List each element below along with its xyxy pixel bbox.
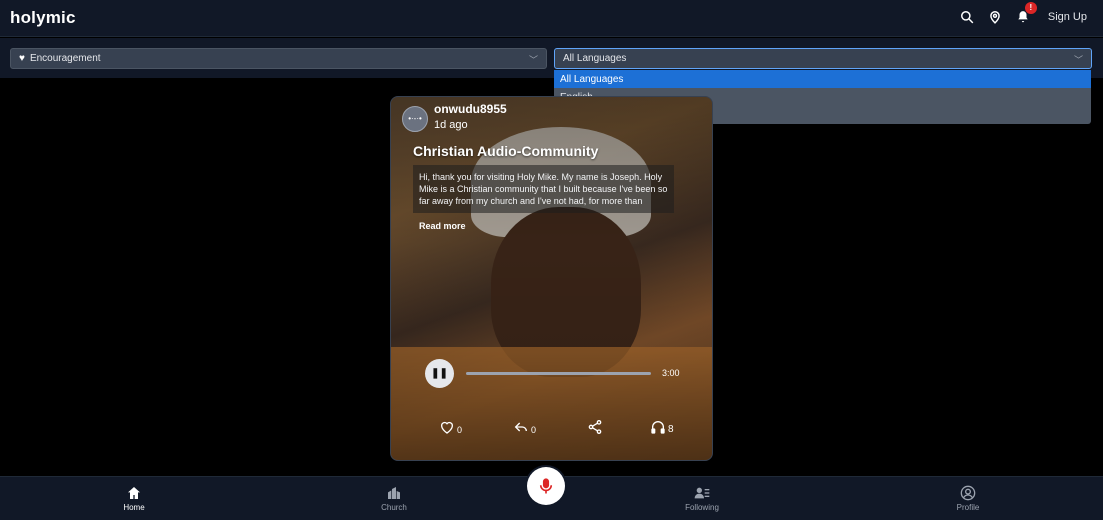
nav-following-label: Following [685,503,719,512]
reply-button[interactable]: 0 [513,419,536,435]
headphones-icon [651,421,665,434]
nav-profile-label: Profile [956,503,980,512]
heart-icon: ♥ [19,53,25,64]
record-mic-button[interactable] [527,467,565,505]
nav-following[interactable]: Following [672,485,732,512]
nav-profile[interactable]: Profile [938,485,998,512]
category-select[interactable]: ♥ Encouragement ﹀ [10,48,547,69]
post-username[interactable]: onwudu8955 [434,102,507,116]
nav-church[interactable]: Church [364,485,424,512]
heart-outline-icon [441,421,453,434]
reply-count: 0 [531,425,537,435]
reply-icon [514,422,527,432]
bell-icon[interactable]: ! [1016,2,1037,25]
share-button[interactable] [587,419,603,435]
post-time: 1d ago [434,119,468,131]
category-select-value: Encouragement [29,53,101,64]
nav-church-label: Church [381,503,407,512]
microphone-icon [539,478,553,494]
pause-button[interactable]: ❚❚ [425,359,454,388]
location-pin-icon[interactable] [988,9,1002,25]
nav-home[interactable]: Home [104,485,164,512]
listen-count: 8 [668,424,674,435]
share-icon [588,420,602,434]
audio-duration: 3:00 [662,368,680,378]
like-button[interactable]: 0 [439,419,462,435]
like-count: 0 [457,425,463,435]
sign-up-link[interactable]: Sign Up [1048,11,1087,23]
post-card[interactable]: •·-·• onwudu8955 1d ago Christian Audio-… [390,96,713,461]
listens-indicator: 8 [650,419,674,435]
profile-icon [960,485,976,501]
pause-icon: ❚❚ [431,368,448,379]
post-description: Hi, thank you for visiting Holy Mike. My… [413,165,674,213]
language-option-all[interactable]: All Languages [554,70,1091,88]
chevron-down-icon: ﹀ [528,55,538,65]
avatar[interactable]: •·-·• [402,106,428,132]
notification-badge: ! [1024,2,1037,14]
app-logo[interactable]: holymic [10,8,76,28]
church-icon [388,487,400,499]
language-select-value: All Languages [563,53,627,64]
read-more-link[interactable]: Read more [419,221,466,231]
nav-home-label: Home [123,503,145,512]
post-title: Christian Audio-Community [413,143,599,159]
chevron-down-icon: ﹀ [1073,55,1083,65]
language-select[interactable]: All Languages ﹀ [554,48,1092,69]
top-bar: holymic ! Sign Up [0,0,1103,37]
following-icon [694,487,710,499]
search-icon[interactable] [960,9,974,25]
home-icon [128,487,140,499]
header-actions: ! Sign Up [960,2,1087,25]
audio-progress-bar[interactable] [466,372,651,375]
